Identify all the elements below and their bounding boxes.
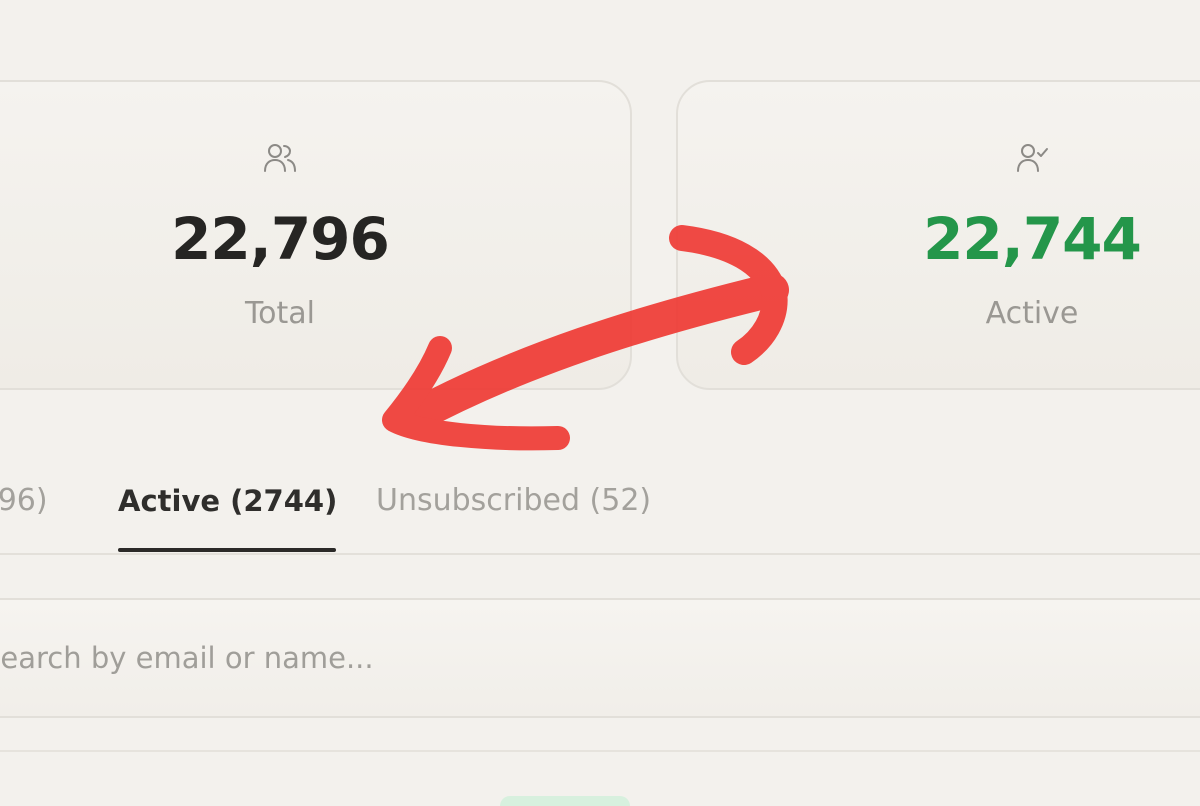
list-divider	[0, 750, 1200, 752]
status-badge	[500, 796, 630, 806]
tabs-divider	[0, 553, 1200, 555]
total-stat-card: 22,796 Total	[0, 80, 632, 390]
search-box	[0, 598, 1200, 718]
tab-all[interactable]: All (22796)	[0, 476, 48, 554]
users-icon	[264, 144, 296, 172]
active-stat-card: 22,744 Active	[676, 80, 1200, 390]
tab-unsubscribed[interactable]: Unsubscribed (52)	[376, 476, 651, 554]
active-count: 22,744	[923, 205, 1142, 273]
active-label: Active	[985, 296, 1079, 331]
subscriber-tabs: All (22796) Active (2744) Unsubscribed (…	[0, 476, 1200, 556]
tab-active[interactable]: Active (2744)	[118, 476, 337, 554]
user-check-icon	[1017, 144, 1048, 172]
total-count: 22,796	[171, 205, 390, 273]
search-input[interactable]	[0, 600, 1200, 716]
total-label: Total	[244, 296, 316, 331]
subscribers-page: 22,796 Total 22,744 Active All (22796) A…	[0, 0, 1200, 806]
